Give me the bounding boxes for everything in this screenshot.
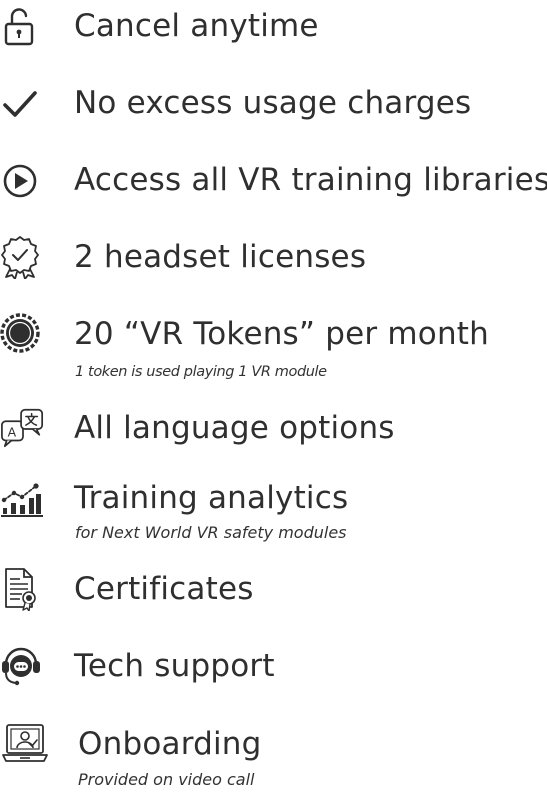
- checkmark-icon: [0, 83, 46, 123]
- feature-item-tokens: 20 “VR Tokens” per month 1 token is used…: [0, 313, 547, 384]
- feature-sublabel-onboarding: Provided on video call: [78, 770, 255, 789]
- feature-label-analytics: Training analytics: [74, 480, 349, 516]
- feature-label-certificates: Certificates: [74, 571, 254, 607]
- feature-item-cancel: Cancel anytime: [0, 6, 547, 46]
- feature-item-analytics: Training analytics for Next World VR saf…: [0, 478, 547, 548]
- certificate-document-icon: [0, 568, 46, 611]
- feature-label-support: Tech support: [74, 648, 275, 684]
- laptop-video-call-icon: [0, 724, 52, 764]
- play-circle-icon: [0, 160, 46, 200]
- headset-support-icon: [0, 646, 46, 686]
- svg-text:A: A: [8, 425, 17, 440]
- feature-item-libraries: Access all VR training libraries: [0, 160, 547, 200]
- padlock-unlocked-icon: [0, 6, 46, 46]
- feature-item-support: Tech support: [0, 646, 547, 686]
- feature-item-languages: A All language options: [0, 408, 547, 448]
- feature-label-licenses: 2 headset licenses: [74, 239, 367, 275]
- feature-sublabel-tokens: 1 token is used playing 1 VR module: [75, 364, 327, 380]
- feature-item-certificates: Certificates: [0, 568, 547, 611]
- feature-item-licenses: 2 headset licenses: [0, 236, 547, 279]
- feature-label-languages: All language options: [74, 410, 395, 446]
- token-coin-icon: [0, 313, 46, 354]
- feature-label-cancel: Cancel anytime: [74, 8, 319, 44]
- feature-label-no-charges: No excess usage charges: [74, 85, 472, 121]
- feature-label-libraries: Access all VR training libraries: [74, 162, 547, 198]
- feature-item-no-charges: No excess usage charges: [0, 83, 547, 123]
- feature-item-onboarding: Onboarding Provided on video call: [0, 724, 547, 794]
- feature-label-tokens: 20 “VR Tokens” per month: [74, 316, 489, 352]
- award-badge-icon: [0, 236, 46, 279]
- analytics-chart-icon: [0, 478, 46, 518]
- feature-label-onboarding: Onboarding: [78, 726, 262, 762]
- translate-bubbles-icon: A: [0, 408, 46, 448]
- feature-sublabel-analytics: for Next World VR safety modules: [75, 523, 347, 542]
